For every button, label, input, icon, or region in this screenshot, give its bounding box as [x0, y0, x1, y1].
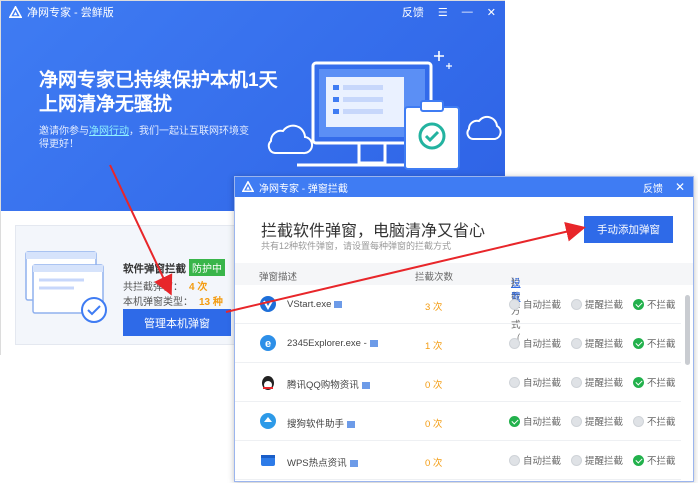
table-row: 腾讯QQ购物资讯 0 次 自动拦截 提醒拦截 不拦截 [235, 363, 681, 402]
row-name: WPS热点资讯 [287, 455, 358, 469]
blocked-count-line: 共拦截弹窗： 4 次 [123, 278, 207, 293]
col-count: 拦截次数 [415, 272, 454, 283]
option-2[interactable]: 不拦截 [633, 336, 676, 350]
option-2[interactable]: 不拦截 [633, 453, 676, 467]
info-icon[interactable] [361, 381, 370, 389]
row-name: 搜狗软件助手 [287, 416, 356, 430]
radio-unchecked-icon[interactable] [571, 337, 582, 349]
option-label: 提醒拦截 [585, 456, 624, 467]
wps-icon [261, 455, 275, 466]
stats-card: 软件弹窗拦截 防护中 共拦截弹窗： 4 次 本机弹窗类型： 13 种 管理本机弹窗 [15, 225, 253, 345]
row-count: 0 次 [425, 380, 443, 391]
option-2[interactable]: 不拦截 [633, 375, 676, 389]
option-label: 自动拦截 [523, 417, 562, 428]
radio-unchecked-icon[interactable] [633, 415, 644, 427]
popup-header: 拦截软件弹窗，电脑清净又省心 共有12种软件弹窗，请设置每种弹窗的拦截方式 手动… [235, 197, 693, 261]
table-row: VStart.exe 3 次 自动拦截 提醒拦截 不拦截 [235, 285, 681, 324]
radio-checked-icon[interactable] [633, 298, 644, 310]
types-count-label: 本机弹窗类型： [123, 297, 193, 308]
info-icon[interactable] [349, 459, 358, 467]
table-row: WPS热点资讯 0 次 自动拦截 提醒拦截 不拦截 [235, 441, 681, 480]
option-0[interactable]: 自动拦截 [509, 375, 561, 389]
popup-subtitle: 共有12种软件弹窗，请设置每种弹窗的拦截方式 [261, 241, 452, 251]
manage-popups-button[interactable]: 管理本机弹窗 [123, 309, 231, 336]
table-row: e 2345Explorer.exe - 1 次 自动拦截 提醒拦截 不拦截 [235, 324, 681, 363]
radio-checked-icon[interactable] [509, 415, 520, 427]
option-1[interactable]: 提醒拦截 [571, 336, 623, 350]
option-0[interactable]: 自动拦截 [509, 453, 561, 467]
option-2[interactable]: 不拦截 [633, 414, 676, 428]
option-label: 提醒拦截 [585, 339, 624, 350]
list-scrollbar[interactable] [685, 295, 690, 365]
types-count-value: 13 种 [199, 297, 223, 308]
blocked-count-value: 4 次 [189, 282, 208, 293]
popup-window-title: 净网专家 - 弹窗拦截 [259, 183, 348, 195]
radio-unchecked-icon[interactable] [509, 337, 520, 349]
popup-list: VStart.exe 3 次自动拦截 提醒拦截 不拦截 e 2345Explorer.ex… [235, 285, 681, 480]
popup-feedback-link[interactable]: 反馈 [643, 180, 663, 195]
popup-logo-icon [242, 181, 254, 193]
radio-unchecked-icon[interactable] [509, 376, 520, 388]
radio-unchecked-icon[interactable] [509, 298, 520, 310]
row-count: 1 次 [425, 341, 443, 352]
row-count: 3 次 [425, 302, 443, 313]
row-count: 0 次 [425, 458, 443, 469]
row-name: 腾讯QQ购物资讯 [287, 377, 370, 391]
option-label: 提醒拦截 [585, 300, 624, 311]
option-1[interactable]: 提醒拦截 [571, 453, 623, 467]
ie-icon: e [260, 335, 276, 351]
add-popup-button[interactable]: 手动添加弹窗 [584, 216, 673, 243]
info-icon[interactable] [347, 420, 356, 428]
stat-title-text: 软件弹窗拦截 [123, 263, 186, 275]
table-row: 搜狗软件助手 0 次 自动拦截 提醒拦截 不拦截 [235, 402, 681, 441]
popup-titlebar: 净网专家 - 弹窗拦截 反馈 ✕ [235, 177, 693, 197]
radio-unchecked-icon[interactable] [571, 376, 582, 388]
table-header: 弹窗描述 拦截次数 拦截方式（设置） [235, 263, 693, 345]
option-label: 自动拦截 [523, 339, 562, 350]
option-label: 不拦截 [647, 456, 676, 467]
radio-checked-icon[interactable] [633, 454, 644, 466]
option-label: 不拦截 [647, 417, 676, 428]
types-count-line: 本机弹窗类型： 13 种 [123, 293, 223, 308]
option-1[interactable]: 提醒拦截 [571, 375, 623, 389]
row-name: 2345Explorer.exe - [287, 338, 378, 349]
windows-illustration [25, 251, 107, 323]
radio-unchecked-icon[interactable] [571, 415, 582, 427]
popup-heading: 拦截软件弹窗，电脑清净又省心 [261, 223, 486, 240]
blocked-count-label: 共拦截弹窗： [123, 282, 183, 293]
option-2[interactable]: 不拦截 [633, 297, 676, 311]
option-label: 提醒拦截 [585, 417, 624, 428]
info-icon[interactable] [369, 339, 378, 347]
option-label: 自动拦截 [523, 300, 562, 311]
option-0[interactable]: 自动拦截 [509, 297, 561, 311]
option-1[interactable]: 提醒拦截 [571, 297, 623, 311]
option-0[interactable]: 自动拦截 [509, 414, 561, 428]
vstart-icon [260, 296, 276, 312]
row-count: 0 次 [425, 419, 443, 430]
radio-checked-icon[interactable] [633, 376, 644, 388]
option-label: 自动拦截 [523, 378, 562, 389]
svg-text:e: e [265, 338, 271, 350]
status-badge: 防护中 [189, 259, 225, 276]
row-name: VStart.exe [287, 299, 343, 310]
option-label: 提醒拦截 [585, 378, 624, 389]
col-desc: 弹窗描述 [259, 272, 298, 283]
popup-block-window: 净网专家 - 弹窗拦截 反馈 ✕ 拦截软件弹窗，电脑清净又省心 共有12种软件弹… [234, 176, 694, 482]
info-icon[interactable] [334, 300, 343, 308]
radio-unchecked-icon[interactable] [571, 454, 582, 466]
radio-unchecked-icon[interactable] [509, 454, 520, 466]
popup-close-icon[interactable]: ✕ [675, 180, 685, 194]
option-0[interactable]: 自动拦截 [509, 336, 561, 350]
stat-title: 软件弹窗拦截 防护中 [123, 259, 225, 276]
option-label: 不拦截 [647, 339, 676, 350]
sogou-icon [260, 413, 276, 429]
radio-unchecked-icon[interactable] [571, 298, 582, 310]
option-1[interactable]: 提醒拦截 [571, 414, 623, 428]
option-label: 不拦截 [647, 378, 676, 389]
option-label: 不拦截 [647, 300, 676, 311]
qq-icon [262, 376, 274, 390]
option-label: 自动拦截 [523, 456, 562, 467]
radio-checked-icon[interactable] [633, 337, 644, 349]
